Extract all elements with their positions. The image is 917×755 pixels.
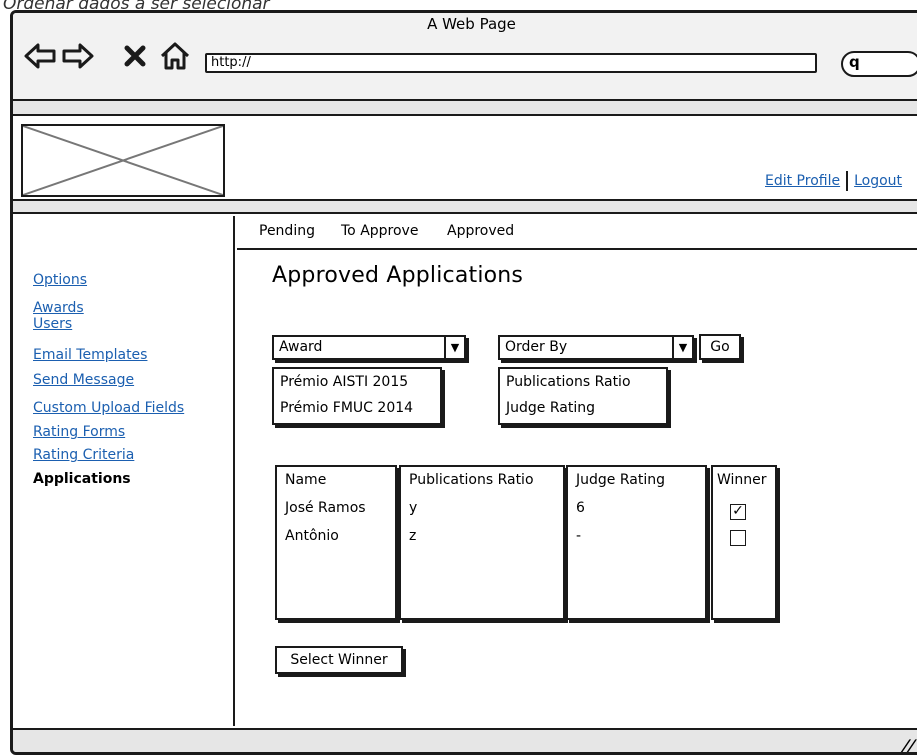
table-cell-ratio: y	[409, 500, 418, 516]
award-option[interactable]: Prémio AISTI 2015	[274, 369, 440, 395]
name-column: Name José Ramos Antônio	[275, 465, 397, 620]
account-links: Edit Profile Logout	[765, 171, 902, 191]
award-option[interactable]: Prémio FMUC 2014	[274, 395, 440, 421]
browser-window: A Web Page http:// q Edit Profile Logout …	[10, 10, 917, 755]
order-by-select[interactable]: Order By ▼	[498, 335, 694, 360]
winner-checkbox[interactable]	[730, 530, 746, 546]
sidebar-item-rating-forms[interactable]: Rating Forms	[33, 424, 125, 440]
logout-link[interactable]: Logout	[854, 173, 902, 189]
column-header-publications-ratio: Publications Ratio	[409, 472, 534, 488]
sidebar-item-options[interactable]: Options	[33, 272, 87, 288]
dropdown-arrow-icon: ▼	[672, 337, 692, 358]
back-arrow-icon[interactable]	[23, 41, 57, 77]
divider	[846, 171, 849, 191]
sidebar-item-awards[interactable]: Awards	[33, 300, 84, 316]
table-cell-name: José Ramos	[285, 500, 366, 516]
window-title: A Web Page	[427, 15, 516, 33]
go-button[interactable]: Go	[699, 334, 741, 360]
address-bar[interactable]: http://	[205, 53, 817, 73]
publications-ratio-column: Publications Ratio y z	[399, 465, 565, 620]
winner-checkbox-checked[interactable]: ✓	[730, 504, 746, 520]
award-options-list: Prémio AISTI 2015 Prémio FMUC 2014	[272, 367, 442, 425]
home-icon[interactable]	[159, 41, 191, 77]
tab-approved[interactable]: Approved	[447, 223, 514, 239]
logo-placeholder-image	[21, 124, 225, 197]
caption-text: Ordenar dados a ser selecionar	[3, 0, 270, 10]
sidebar-item-rating-criteria[interactable]: Rating Criteria	[33, 447, 134, 463]
winner-column: Winner ✓	[711, 465, 777, 620]
order-option[interactable]: Publications Ratio	[500, 369, 666, 395]
select-winner-button[interactable]: Select Winner	[275, 646, 403, 674]
toolbar-spacer	[13, 101, 917, 114]
award-select-value: Award	[279, 339, 323, 355]
sidebar-item-custom-upload-fields[interactable]: Custom Upload Fields	[33, 400, 184, 416]
order-option[interactable]: Judge Rating	[500, 395, 666, 421]
page-title: Approved Applications	[272, 263, 524, 288]
judge-rating-column: Judge Rating 6 -	[566, 465, 707, 620]
sidebar-item-applications[interactable]: Applications	[33, 471, 131, 487]
order-by-select-value: Order By	[505, 339, 568, 355]
tab-bar: Pending To Approve Approved	[237, 216, 917, 250]
header-spacer	[13, 201, 917, 214]
table-cell-name: Antônio	[285, 528, 339, 544]
table-cell-ratio: z	[409, 528, 417, 544]
search-icon: q	[849, 53, 860, 71]
sidebar-item-send-message[interactable]: Send Message	[33, 372, 134, 388]
sidebar: Options Awards Users Email Templates Sen…	[13, 216, 235, 726]
table-cell-rating: -	[576, 528, 582, 544]
award-select[interactable]: Award ▼	[272, 335, 466, 360]
resize-grip-icon[interactable]: //	[900, 736, 917, 752]
table-cell-rating: 6	[576, 500, 585, 516]
column-header-winner: Winner	[717, 472, 767, 488]
order-by-options-list: Publications Ratio Judge Rating	[498, 367, 668, 425]
tab-to-approve[interactable]: To Approve	[341, 223, 418, 239]
sidebar-item-users[interactable]: Users	[33, 316, 72, 332]
sidebar-item-email-templates[interactable]: Email Templates	[33, 347, 147, 363]
tab-pending[interactable]: Pending	[259, 223, 315, 239]
edit-profile-link[interactable]: Edit Profile	[765, 173, 840, 189]
column-header-name: Name	[285, 472, 327, 488]
forward-arrow-icon[interactable]	[61, 41, 95, 77]
dropdown-arrow-icon: ▼	[444, 337, 464, 358]
close-icon[interactable]	[123, 41, 147, 77]
search-button[interactable]: q	[841, 51, 917, 77]
column-header-judge-rating: Judge Rating	[576, 472, 665, 488]
